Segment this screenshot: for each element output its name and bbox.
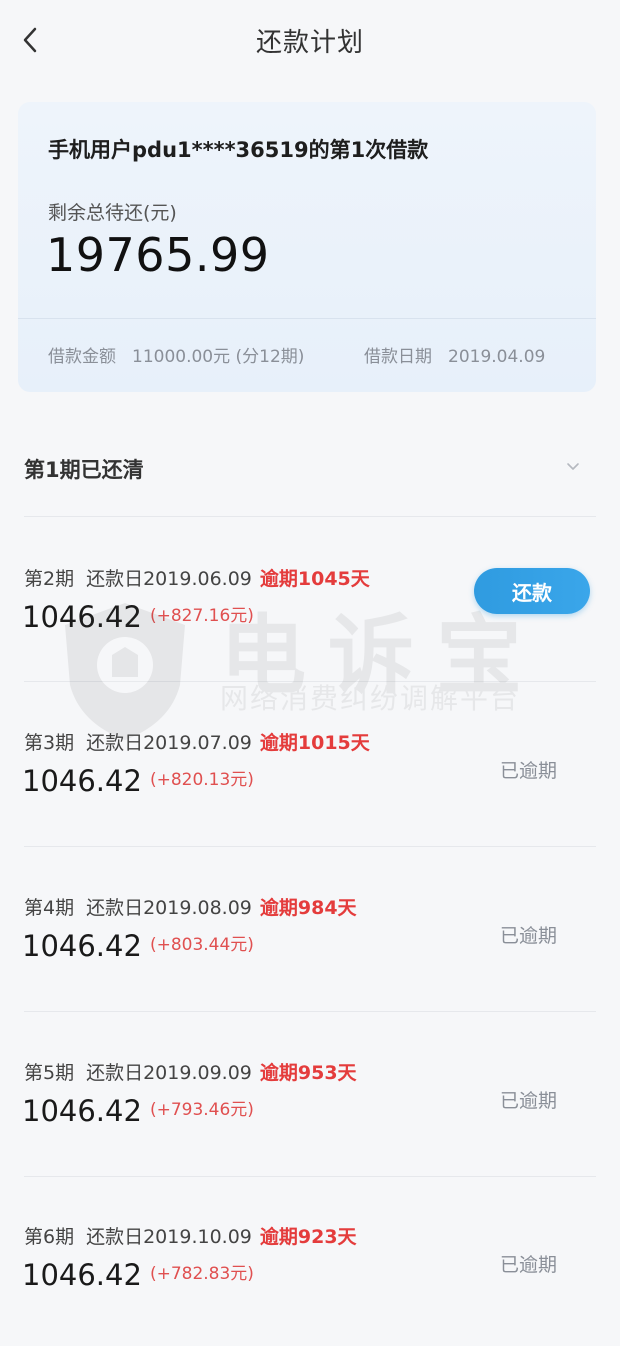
overdue-status: 已逾期: [500, 1254, 558, 1276]
overdue-days: 逾期953天: [259, 1062, 357, 1084]
period-number: 第5期: [24, 1062, 75, 1084]
period-number: 第6期: [24, 1226, 75, 1248]
period-amount: 1046.42: [22, 600, 142, 634]
overdue-days: 逾期923天: [259, 1226, 357, 1248]
page-title: 还款计划: [255, 28, 364, 58]
overdue-days: 逾期1045天: [259, 568, 370, 590]
row-divider: [24, 516, 596, 517]
loan-amount-label: 借款金额: [48, 347, 116, 367]
overdue-days: 逾期1015天: [259, 732, 370, 754]
period-amount: 1046.42: [22, 1094, 142, 1128]
remaining-amount: 19765.99: [46, 228, 270, 282]
period-row-6: 第6期 还款日2019.10.09 逾期923天 1046.42 (+782.83元)…: [0, 1182, 620, 1346]
period-interest: (+820.13元): [149, 770, 254, 790]
period-amount: 1046.42: [22, 764, 142, 798]
due-date: 还款日2019.10.09: [86, 1226, 252, 1248]
nav-bar: 还款计划: [0, 0, 620, 80]
period-number: 第2期: [24, 568, 75, 590]
period-row-3: 第3期 还款日2019.07.09 逾期1015天 1046.42 (+820.13元…: [0, 688, 620, 852]
paid-period-toggle[interactable]: 第1期已还清: [0, 430, 620, 514]
due-date: 还款日2019.08.09: [86, 897, 252, 919]
period-amount: 1046.42: [22, 1258, 142, 1292]
period-amount: 1046.42: [22, 929, 142, 963]
row-divider: [24, 1176, 596, 1177]
loan-date-info: 借款日期 2019.04.09: [364, 342, 545, 367]
card-divider: [18, 318, 596, 319]
loan-summary-card: 手机用户pdu1****36519的第1次借款 剩余总待还(元) 19765.9…: [18, 102, 596, 392]
row-divider: [24, 1011, 596, 1012]
due-date: 还款日2019.06.09: [86, 568, 252, 590]
overdue-status: 已逾期: [500, 760, 558, 782]
remaining-label: 剩余总待还(元): [48, 202, 177, 224]
period-row-5: 第5期 还款日2019.09.09 逾期953天 1046.42 (+793.46元)…: [0, 1018, 620, 1182]
paid-period-label: 第1期已还清: [24, 458, 144, 482]
period-interest: (+793.46元): [149, 1100, 254, 1120]
period-interest: (+782.83元): [149, 1264, 254, 1284]
period-interest: (+803.44元): [149, 935, 254, 955]
chevron-down-icon: [567, 463, 579, 470]
due-date: 还款日2019.09.09: [86, 1062, 252, 1084]
loan-date-value: 2019.04.09: [448, 347, 546, 367]
loan-amount-value: 11000.00元 (分12期): [132, 347, 305, 367]
repay-button[interactable]: 还款: [474, 568, 590, 614]
overdue-status: 已逾期: [500, 925, 558, 947]
period-number: 第4期: [24, 897, 75, 919]
period-interest: (+827.16元): [149, 606, 254, 626]
due-date: 还款日2019.07.09: [86, 732, 252, 754]
loan-title: 手机用户pdu1****36519的第1次借款: [48, 138, 429, 162]
period-number: 第3期: [24, 732, 75, 754]
row-divider: [24, 681, 596, 682]
overdue-days: 逾期984天: [259, 897, 357, 919]
loan-date-label: 借款日期: [364, 347, 432, 367]
period-row-2: 第2期 还款日2019.06.09 逾期1045天 1046.42 (+827.16元…: [0, 524, 620, 688]
period-row-4: 第4期 还款日2019.08.09 逾期984天 1046.42 (+803.44元)…: [0, 853, 620, 1017]
overdue-status: 已逾期: [500, 1090, 558, 1112]
row-divider: [24, 846, 596, 847]
loan-amount-info: 借款金额 11000.00元 (分12期): [48, 342, 304, 367]
